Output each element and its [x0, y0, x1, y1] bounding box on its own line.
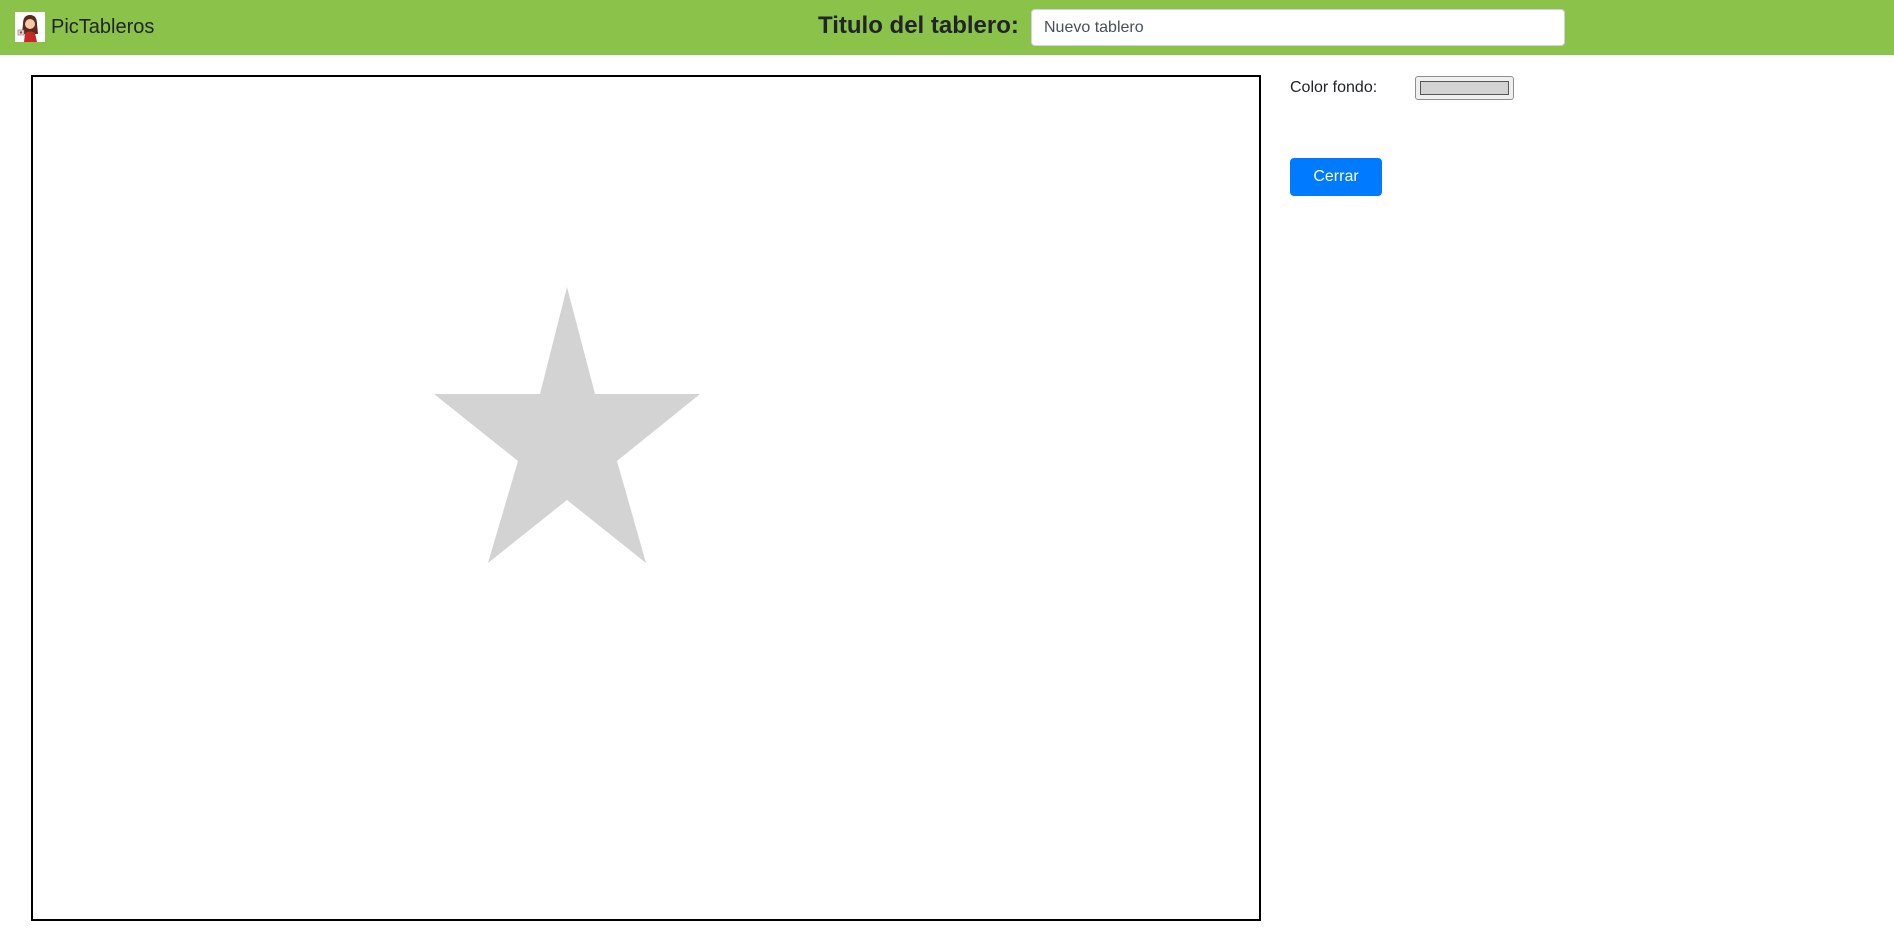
star-icon[interactable]: [434, 287, 700, 563]
close-button[interactable]: Cerrar: [1290, 158, 1382, 196]
board-svg: [434, 287, 700, 563]
board-title-label: Titulo del tablero:: [818, 12, 1019, 39]
brand-name: PicTableros: [51, 15, 155, 38]
board-canvas[interactable]: [31, 75, 1261, 921]
background-color-swatch: [1420, 81, 1509, 95]
background-color-picker[interactable]: [1415, 76, 1514, 100]
top-navbar: PicTableros Titulo del tablero:: [0, 0, 1894, 55]
girl-avatar-logo-icon: [15, 12, 45, 42]
background-color-label: Color fondo:: [1290, 79, 1378, 96]
brand-link[interactable]: PicTableros: [15, 12, 154, 42]
board-title-input[interactable]: [1031, 9, 1565, 46]
